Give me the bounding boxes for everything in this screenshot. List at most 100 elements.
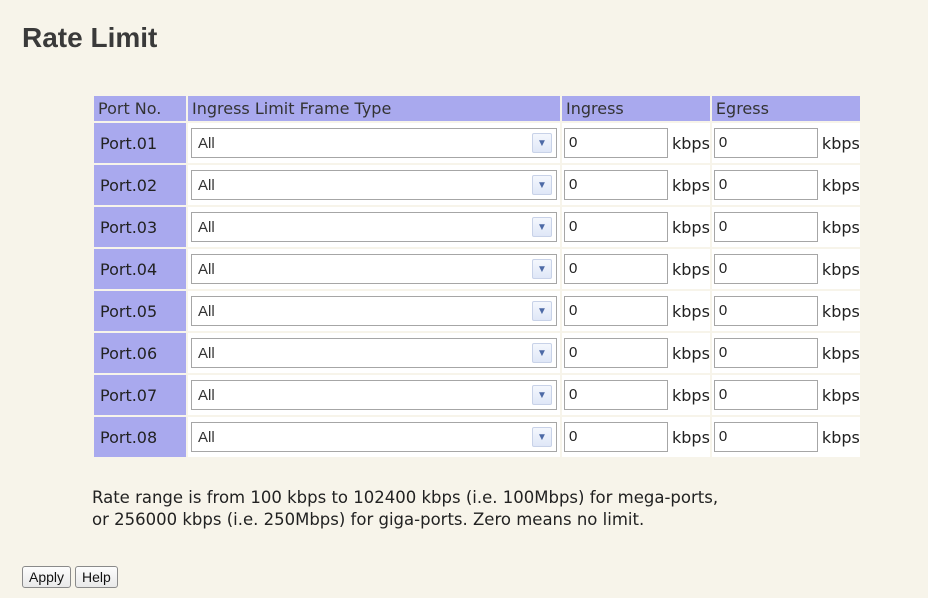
ingress-cell: 0 kbps [562,417,710,457]
frame-type-select[interactable]: All ▼ [191,128,557,158]
frame-type-value: All [198,344,215,362]
ingress-unit: kbps [672,217,710,237]
header-ingress: Ingress [562,96,710,121]
ingress-input[interactable]: 0 [564,212,668,242]
ingress-cell: 0 kbps [562,249,710,289]
port-label: Port.03 [94,207,186,247]
table-header-row: Port No. Ingress Limit Frame Type Ingres… [94,96,860,121]
frame-type-select[interactable]: All ▼ [191,254,557,284]
frame-type-cell: All ▼ [188,291,560,331]
frame-type-cell: All ▼ [188,417,560,457]
frame-type-select[interactable]: All ▼ [191,296,557,326]
frame-type-value: All [198,428,215,446]
table-row: Port.02 All ▼ 0 kbps 0 kbps [94,165,860,205]
frame-type-cell: All ▼ [188,207,560,247]
egress-cell: 0 kbps [711,417,860,457]
help-button[interactable]: Help [75,566,118,588]
rate-limit-table: Port No. Ingress Limit Frame Type Ingres… [92,94,862,459]
note-line-1: Rate range is from 100 kbps to 102400 kb… [92,488,719,507]
egress-cell: 0 kbps [711,333,860,373]
table-row: Port.01 All ▼ 0 kbps 0 kbps [94,123,860,163]
apply-button[interactable]: Apply [22,566,72,588]
egress-input[interactable]: 0 [713,170,818,200]
egress-unit: kbps [821,133,860,153]
egress-input[interactable]: 0 [713,212,818,242]
egress-input[interactable]: 0 [713,128,818,158]
ingress-input[interactable]: 0 [564,296,668,326]
frame-type-select[interactable]: All ▼ [191,338,557,368]
chevron-down-icon[interactable]: ▼ [532,343,552,363]
frame-type-cell: All ▼ [188,123,560,163]
ingress-input[interactable]: 0 [564,422,668,452]
ingress-cell: 0 kbps [562,165,710,205]
egress-cell: 0 kbps [711,123,860,163]
egress-cell: 0 kbps [711,375,860,415]
ingress-input[interactable]: 0 [564,380,668,410]
egress-unit: kbps [821,217,860,237]
frame-type-select[interactable]: All ▼ [191,170,557,200]
egress-input[interactable]: 0 [713,254,818,284]
ingress-unit: kbps [672,175,710,195]
ingress-unit: kbps [672,133,710,153]
header-port-no: Port No. [94,96,186,121]
frame-type-value: All [198,302,215,320]
ingress-unit: kbps [672,385,710,405]
chevron-down-icon[interactable]: ▼ [532,133,552,153]
ingress-cell: 0 kbps [562,291,710,331]
table-row: Port.04 All ▼ 0 kbps 0 kbps [94,249,860,289]
egress-unit: kbps [821,343,860,363]
frame-type-value: All [198,386,215,404]
ingress-cell: 0 kbps [562,375,710,415]
port-label: Port.01 [94,123,186,163]
ingress-input[interactable]: 0 [564,254,668,284]
egress-cell: 0 kbps [711,165,860,205]
frame-type-cell: All ▼ [188,249,560,289]
frame-type-value: All [198,176,215,194]
ingress-unit: kbps [672,259,710,279]
port-label: Port.05 [94,291,186,331]
ingress-cell: 0 kbps [562,207,710,247]
header-frame-type: Ingress Limit Frame Type [188,96,560,121]
egress-unit: kbps [821,259,860,279]
frame-type-select[interactable]: All ▼ [191,422,557,452]
frame-type-value: All [198,218,215,236]
frame-type-cell: All ▼ [188,165,560,205]
chevron-down-icon[interactable]: ▼ [532,301,552,321]
ingress-unit: kbps [672,427,710,447]
egress-input[interactable]: 0 [713,338,818,368]
table-row: Port.08 All ▼ 0 kbps 0 kbps [94,417,860,457]
chevron-down-icon[interactable]: ▼ [532,427,552,447]
chevron-down-icon[interactable]: ▼ [532,217,552,237]
ingress-input[interactable]: 0 [564,338,668,368]
port-label: Port.06 [94,333,186,373]
frame-type-select[interactable]: All ▼ [191,380,557,410]
button-bar: Apply Help [22,566,118,588]
chevron-down-icon[interactable]: ▼ [532,259,552,279]
table-row: Port.06 All ▼ 0 kbps 0 kbps [94,333,860,373]
egress-input[interactable]: 0 [713,380,818,410]
frame-type-value: All [198,134,215,152]
note-line-2: or 256000 kbps (i.e. 250Mbps) for giga-p… [92,510,645,529]
egress-unit: kbps [821,175,860,195]
frame-type-select[interactable]: All ▼ [191,212,557,242]
ingress-input[interactable]: 0 [564,170,668,200]
port-label: Port.07 [94,375,186,415]
ingress-unit: kbps [672,343,710,363]
frame-type-cell: All ▼ [188,333,560,373]
ingress-input[interactable]: 0 [564,128,668,158]
page-title: Rate Limit [22,22,158,53]
egress-unit: kbps [821,385,860,405]
table-row: Port.05 All ▼ 0 kbps 0 kbps [94,291,860,331]
header-egress: Egress [711,96,860,121]
egress-cell: 0 kbps [711,207,860,247]
frame-type-cell: All ▼ [188,375,560,415]
egress-unit: kbps [821,301,860,321]
egress-input[interactable]: 0 [713,296,818,326]
egress-input[interactable]: 0 [713,422,818,452]
ingress-cell: 0 kbps [562,123,710,163]
chevron-down-icon[interactable]: ▼ [532,175,552,195]
ingress-cell: 0 kbps [562,333,710,373]
port-label: Port.08 [94,417,186,457]
egress-cell: 0 kbps [711,249,860,289]
chevron-down-icon[interactable]: ▼ [532,385,552,405]
